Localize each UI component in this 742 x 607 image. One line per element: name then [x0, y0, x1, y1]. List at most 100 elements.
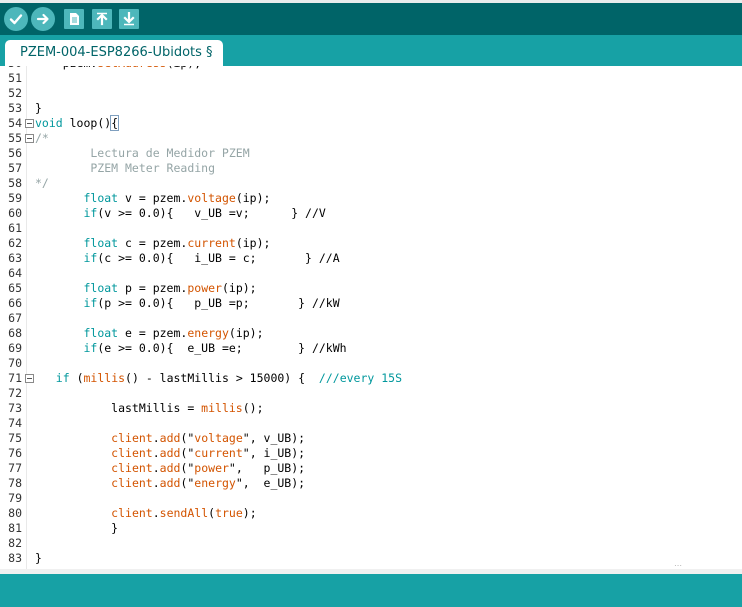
code-line: 70 — [0, 356, 742, 371]
line-number: 51 — [8, 71, 22, 85]
code-line: 71 if (millis() - lastMillis > 15000) { … — [0, 371, 742, 386]
line-number: 66 — [8, 296, 22, 310]
code-text: float v = pzem.voltage(ip); — [83, 191, 271, 205]
code-line: 81 } — [0, 521, 742, 536]
line-number: 55 — [8, 131, 22, 145]
code-line: 51 — [0, 71, 742, 86]
new-file-icon — [70, 13, 79, 25]
code-line: 53} — [0, 101, 742, 116]
code-text: float c = pzem.current(ip); — [83, 236, 271, 250]
line-number: 60 — [8, 206, 22, 220]
code-text: client.add("current", i_UB); — [111, 446, 306, 460]
arrow-right-icon — [36, 13, 49, 25]
line-number: 63 — [8, 251, 22, 265]
code-line: 68 float e = pzem.energy(ip); — [0, 326, 742, 341]
code-text: } — [35, 551, 42, 565]
line-number: 54 — [8, 116, 22, 130]
code-line: 60 if(v >= 0.0){ v_UB =v; } //V — [0, 206, 742, 221]
line-number: 59 — [8, 191, 22, 205]
line-number: 57 — [8, 161, 22, 175]
verify-button[interactable] — [4, 7, 28, 31]
code-text: if (millis() - lastMillis > 15000) { ///… — [55, 371, 403, 385]
line-number: 81 — [8, 521, 22, 535]
upload-button[interactable] — [31, 7, 55, 31]
code-line: 62 float c = pzem.current(ip); — [0, 236, 742, 251]
line-number: 56 — [8, 146, 22, 160]
code-line: 66 if(p >= 0.0){ p_UB =p; } //kW — [0, 296, 742, 311]
new-sketch-button[interactable] — [64, 9, 84, 29]
code-line: 74 — [0, 416, 742, 431]
code-line: 64 — [0, 266, 742, 281]
console-area — [0, 574, 742, 607]
code-text: client.sendAll(true); — [111, 506, 257, 520]
line-number: 70 — [8, 356, 22, 370]
code-text: if(p >= 0.0){ p_UB =p; } //kW — [83, 296, 340, 310]
save-button[interactable] — [119, 9, 139, 29]
code-editor[interactable]: 50 pzem.setAddress(ip);515253}54void loo… — [0, 66, 742, 569]
code-text: */ — [35, 176, 49, 190]
line-number: 74 — [8, 416, 22, 430]
line-number: 77 — [8, 461, 22, 475]
line-number: 58 — [8, 176, 22, 190]
line-number: 68 — [8, 326, 22, 340]
code-text: float p = pzem.power(ip); — [83, 281, 257, 295]
code-line: 69 if(e >= 0.0){ e_UB =e; } //kWh — [0, 341, 742, 356]
code-text: if(c >= 0.0){ i_UB = c; } //A — [83, 251, 340, 265]
line-number: 72 — [8, 386, 22, 400]
toolbar — [0, 3, 742, 35]
arrow-up-icon — [96, 12, 108, 26]
code-line: 61 — [0, 221, 742, 236]
fold-toggle-icon[interactable] — [25, 134, 34, 143]
code-text: } — [35, 521, 119, 535]
tab-bar: PZEM-004-ESP8266-Ubidots § — [0, 35, 742, 66]
sketch-tab[interactable]: PZEM-004-ESP8266-Ubidots § — [5, 40, 223, 66]
code-text: client.add("energy", e_UB); — [111, 476, 306, 490]
line-number: 82 — [8, 536, 22, 550]
code-line: 83} — [0, 551, 742, 566]
line-number: 80 — [8, 506, 22, 520]
line-number: 69 — [8, 341, 22, 355]
code-text: if(e >= 0.0){ e_UB =e; } //kWh — [83, 341, 347, 355]
code-line: 79 — [0, 491, 742, 506]
fold-toggle-icon[interactable] — [25, 119, 34, 128]
code-line: 58 */ — [0, 176, 742, 191]
line-number: 71 — [8, 371, 22, 385]
code-text: if(v >= 0.0){ v_UB =v; } //V — [83, 206, 326, 220]
line-number: 52 — [8, 86, 22, 100]
fold-toggle-icon[interactable] — [25, 374, 34, 383]
code-line: 75 client.add("voltage", v_UB); — [0, 431, 742, 446]
code-line: 77 client.add("power", p_UB); — [0, 461, 742, 476]
line-number: 53 — [8, 101, 22, 115]
line-number: 75 — [8, 431, 22, 445]
code-line: 72 — [0, 386, 742, 401]
open-button[interactable] — [92, 9, 112, 29]
code-text: client.add("power", p_UB); — [111, 461, 306, 475]
code-line: 73 lastMillis = millis(); — [0, 401, 742, 416]
line-number: 64 — [8, 266, 22, 280]
code-text: client.add("voltage", v_UB); — [111, 431, 306, 445]
code-text: float e = pzem.energy(ip); — [83, 326, 264, 340]
code-text: /* — [35, 131, 49, 145]
line-number: 67 — [8, 311, 22, 325]
line-number: 79 — [8, 491, 22, 505]
code-text: void loop(){ — [35, 115, 120, 131]
code-text: lastMillis = millis(); — [35, 401, 264, 415]
line-number: 62 — [8, 236, 22, 250]
code-line: 52 — [0, 86, 742, 101]
code-line: 63 if(c >= 0.0){ i_UB = c; } //A — [0, 251, 742, 266]
line-number: 76 — [8, 446, 22, 460]
code-line: 56 Lectura de Medidor PZEM — [0, 146, 742, 161]
code-text: Lectura de Medidor PZEM — [35, 146, 250, 160]
code-text: PZEM Meter Reading — [35, 161, 216, 175]
line-number: 83 — [8, 551, 22, 565]
code-line: 65 float p = pzem.power(ip); — [0, 281, 742, 296]
code-line: 82 — [0, 536, 742, 551]
code-line: 76 client.add("current", i_UB); — [0, 446, 742, 461]
line-number: 65 — [8, 281, 22, 295]
code-line: 57 PZEM Meter Reading — [0, 161, 742, 176]
code-line: 59 float v = pzem.voltage(ip); — [0, 191, 742, 206]
line-number: 78 — [8, 476, 22, 490]
code-line: 54 void loop(){ — [0, 115, 742, 131]
code-line: 67 — [0, 311, 742, 326]
code-text: } — [35, 101, 42, 115]
